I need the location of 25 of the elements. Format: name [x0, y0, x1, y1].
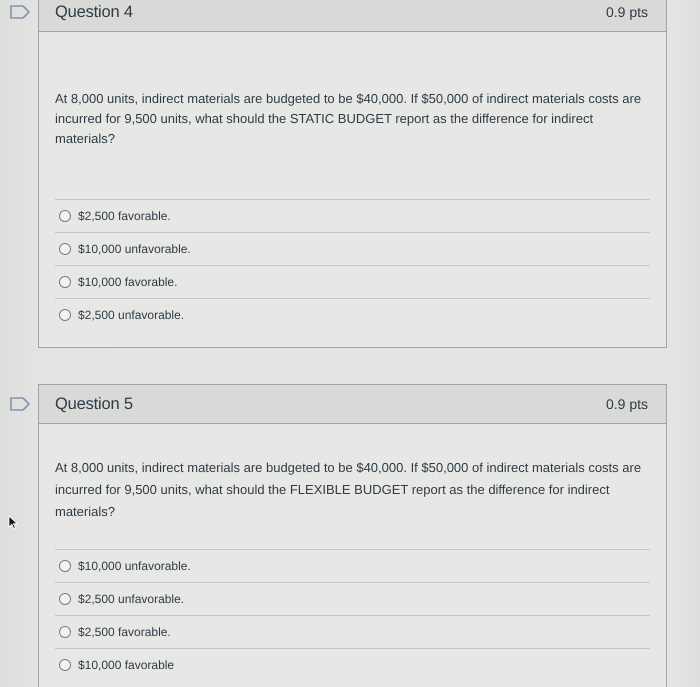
radio-button[interactable]	[59, 210, 71, 222]
points-label: 0.9 pts	[606, 4, 648, 20]
mouse-pointer-icon	[8, 515, 18, 529]
answer-option[interactable]: $2,500 favorable.	[78, 625, 171, 639]
answer-option[interactable]: $10,000 favorable.	[78, 275, 178, 289]
radio-button[interactable]	[59, 560, 71, 572]
answer-option[interactable]: $10,000 unfavorable.	[78, 559, 191, 573]
answer-option[interactable]: $10,000 favorable	[78, 658, 174, 672]
question-text: At 8,000 units, indirect materials are budgeted to be $40,000. If $50,000 of indirect materials costs are incurred for 9,500 units, what should the STATIC BUDGET report as the difference for indirect materials?	[55, 90, 642, 148]
radio-button[interactable]	[59, 626, 71, 638]
radio-button[interactable]	[59, 593, 71, 605]
answer-option[interactable]: $2,500 unfavorable.	[78, 592, 184, 606]
question-title: Question 5	[55, 394, 133, 414]
tag-icon[interactable]	[10, 5, 30, 19]
radio-button[interactable]	[59, 659, 71, 671]
answer-option[interactable]: $2,500 unfavorable.	[78, 308, 184, 322]
question-text: At 8,000 units, indirect materials are budgeted to be $40,000. If $50,000 of indirect materials costs are incurred for 9,500 units, what should the FLEXIBLE BUDGET report as the difference for indirect materials?	[55, 459, 642, 521]
question-title: Question 4	[55, 2, 133, 22]
answer-option[interactable]: $10,000 unfavorable.	[78, 242, 191, 256]
tag-icon[interactable]	[10, 397, 30, 411]
radio-button[interactable]	[59, 243, 71, 255]
radio-button[interactable]	[59, 309, 71, 321]
points-label: 0.9 pts	[606, 396, 648, 412]
answer-option[interactable]: $2,500 favorable.	[78, 209, 171, 223]
radio-button[interactable]	[59, 276, 71, 288]
